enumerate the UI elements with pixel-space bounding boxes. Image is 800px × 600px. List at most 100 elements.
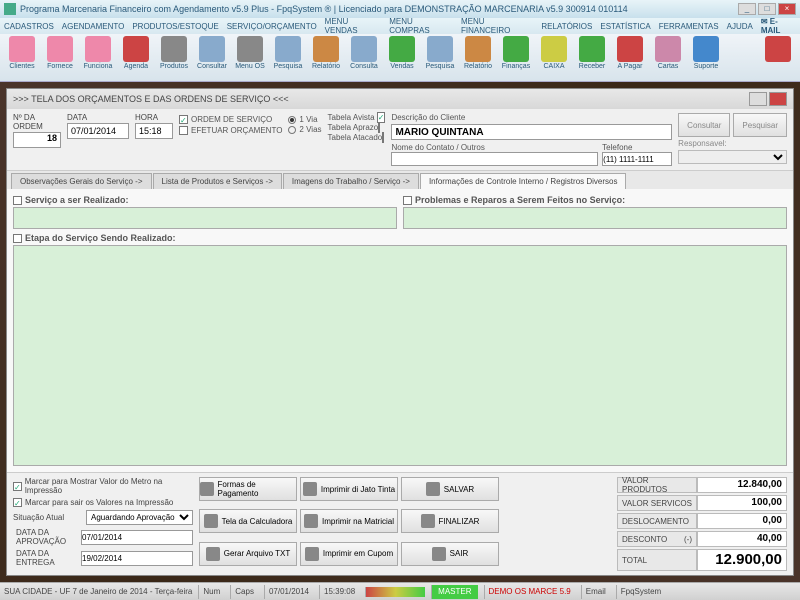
toolbar-funciona[interactable]: Funciona [80,36,116,80]
app-title: Programa Marcenaria Financeiro com Agend… [20,4,628,14]
situacao-label: Situação Atual [13,513,83,522]
etapa-textarea[interactable] [13,245,787,466]
chk-mostrar-metro[interactable] [13,482,22,491]
toolbar-caixa[interactable]: CAIXA [536,36,572,80]
email-link[interactable]: ✉ E-MAIL [761,17,796,35]
menu-agendamento[interactable]: AGENDAMENTO [62,22,125,31]
action-1[interactable]: Imprimir di Jato Tinta [300,477,398,501]
entrega-label: DATA DA ENTREGA [16,549,78,567]
atacado-checkbox[interactable] [382,132,384,143]
toolbar-exit[interactable] [760,36,796,80]
toolbar-vendas[interactable]: Vendas [384,36,420,80]
toolbar-a pagar[interactable]: A Pagar [612,36,648,80]
toolbar-receber[interactable]: Receber [574,36,610,80]
toolbar-finanças[interactable]: Finanças [498,36,534,80]
desconto-value: 40,00 [697,531,787,547]
contato-input[interactable] [391,152,598,166]
problemas-checkbox[interactable] [403,196,412,205]
status-num: Num [198,585,224,599]
toolbar-menu os[interactable]: Menu OS [232,36,268,80]
tab-observacoes[interactable]: Observações Gerais do Serviço -> [11,173,152,189]
action-2[interactable]: SALVAR [401,477,499,501]
servico-label: Serviço a ser Realizado: [25,195,129,205]
menu-compras[interactable]: MENU COMPRAS [389,17,453,35]
status-demo: DEMO OS MARCE 5.9 [484,585,575,599]
menu-financeiro[interactable]: MENU FINANCEIRO [461,17,533,35]
menubar: CADASTROS AGENDAMENTO PRODUTOS/ESTOQUE S… [0,18,800,34]
status-sys[interactable]: FpqSystem [616,585,665,599]
menu-servico[interactable]: SERVIÇO/ORÇAMENTO [227,22,317,31]
situacao-select[interactable]: Aguardando Aprovação [86,510,193,525]
toolbar-pesquisa[interactable]: Pesquisa [270,36,306,80]
tab-controle[interactable]: Informações de Controle Interno / Regist… [420,173,627,189]
menu-ajuda[interactable]: AJUDA [727,22,753,31]
telefone-input[interactable] [602,152,672,166]
workspace: >>> TELA DOS ORÇAMENTOS E DAS ORDENS DE … [0,82,800,582]
problemas-textarea[interactable] [403,207,787,229]
efetuar-checkbox[interactable] [179,126,188,135]
contato-label: Nome do Contato / Outros [391,143,484,152]
data-input[interactable] [67,123,129,139]
maximize-button[interactable]: □ [758,3,776,15]
aprazo-checkbox[interactable] [378,122,380,133]
servico-checkbox[interactable] [13,196,22,205]
desloc-value: 0,00 [697,513,787,529]
tab-produtos[interactable]: Lista de Produtos e Serviços -> [153,173,282,189]
action-5[interactable]: FINALIZAR [401,509,499,533]
toolbar-suporte[interactable]: Suporte [688,36,724,80]
menu-produtos[interactable]: PRODUTOS/ESTOQUE [132,22,218,31]
menu-estatistica[interactable]: ESTATÍSTICA [600,22,650,31]
action-0[interactable]: Formas de Pagamento [199,477,297,501]
toolbar-consulta[interactable]: Consulta [346,36,382,80]
problemas-label: Problemas e Reparos a Serem Feitos no Se… [415,195,625,205]
toolbar-cartas[interactable]: Cartas [650,36,686,80]
servicos-value: 100,00 [697,495,787,511]
servico-textarea[interactable] [13,207,397,229]
minimize-button[interactable]: _ [738,3,756,15]
close-button[interactable]: × [778,3,796,15]
toolbar-pesquisa[interactable]: Pesquisa [422,36,458,80]
servicos-label: VALOR SERVICOS [617,495,697,511]
aprov-input[interactable] [81,530,193,545]
responsavel-select[interactable] [678,150,787,164]
app-titlebar: Programa Marcenaria Financeiro com Agend… [0,0,800,18]
window-help-button[interactable] [749,92,767,106]
consultar-button[interactable]: Consultar [678,113,730,137]
menu-vendas[interactable]: MENU VENDAS [325,17,382,35]
etapa-label: Etapa do Serviço Sendo Realizado: [25,233,176,243]
menu-relatorios[interactable]: RELATÓRIOS [541,22,592,31]
ordem-servico-checkbox[interactable] [179,115,188,124]
toolbar-relatório[interactable]: Relatório [460,36,496,80]
status-bar-icon [365,587,425,597]
toolbar-clientes[interactable]: Clientes [4,36,40,80]
window-title: >>> TELA DOS ORÇAMENTOS E DAS ORDENS DE … [13,94,289,104]
toolbar-fornece[interactable]: Fornece [42,36,78,80]
bottom-panel: Marcar para Mostrar Valor do Metro na Im… [7,472,793,575]
menu-ferramentas[interactable]: FERRAMENTAS [659,22,719,31]
toolbar-produtos[interactable]: Produtos [156,36,192,80]
tab-imagens[interactable]: Imagens do Trabalho / Serviço -> [283,173,419,189]
status-email[interactable]: Email [581,585,610,599]
action-3[interactable]: Tela da Calculadora [199,509,297,533]
via1-radio[interactable] [288,116,296,124]
window-close-button[interactable] [769,92,787,106]
action-7[interactable]: Imprimir em Cupom [300,542,398,566]
action-6[interactable]: Gerar Arquivo TXT [199,542,297,566]
action-buttons: Formas de PagamentoImprimir di Jato Tint… [199,477,499,571]
action-4[interactable]: Imprimir na Matricial [300,509,398,533]
toolbar-consultar[interactable]: Consultar [194,36,230,80]
toolbar-relatório[interactable]: Relatório [308,36,344,80]
menu-cadastros[interactable]: CADASTROS [4,22,54,31]
cliente-input[interactable] [391,124,672,140]
hora-input[interactable] [135,123,173,139]
pesquisar-button[interactable]: Pesquisar [733,113,787,137]
aprov-label: DATA DA APROVAÇÃO [16,528,78,546]
entrega-input[interactable] [81,551,193,566]
toolbar-agenda[interactable]: Agenda [118,36,154,80]
chk-sair-valores[interactable] [13,498,22,507]
via2-radio[interactable] [288,126,296,134]
action-8[interactable]: SAIR [401,542,499,566]
etapa-checkbox[interactable] [13,234,22,243]
tab-body: Serviço a ser Realizado: Problemas e Rep… [7,189,793,472]
status-time: 15:39:08 [319,585,359,599]
